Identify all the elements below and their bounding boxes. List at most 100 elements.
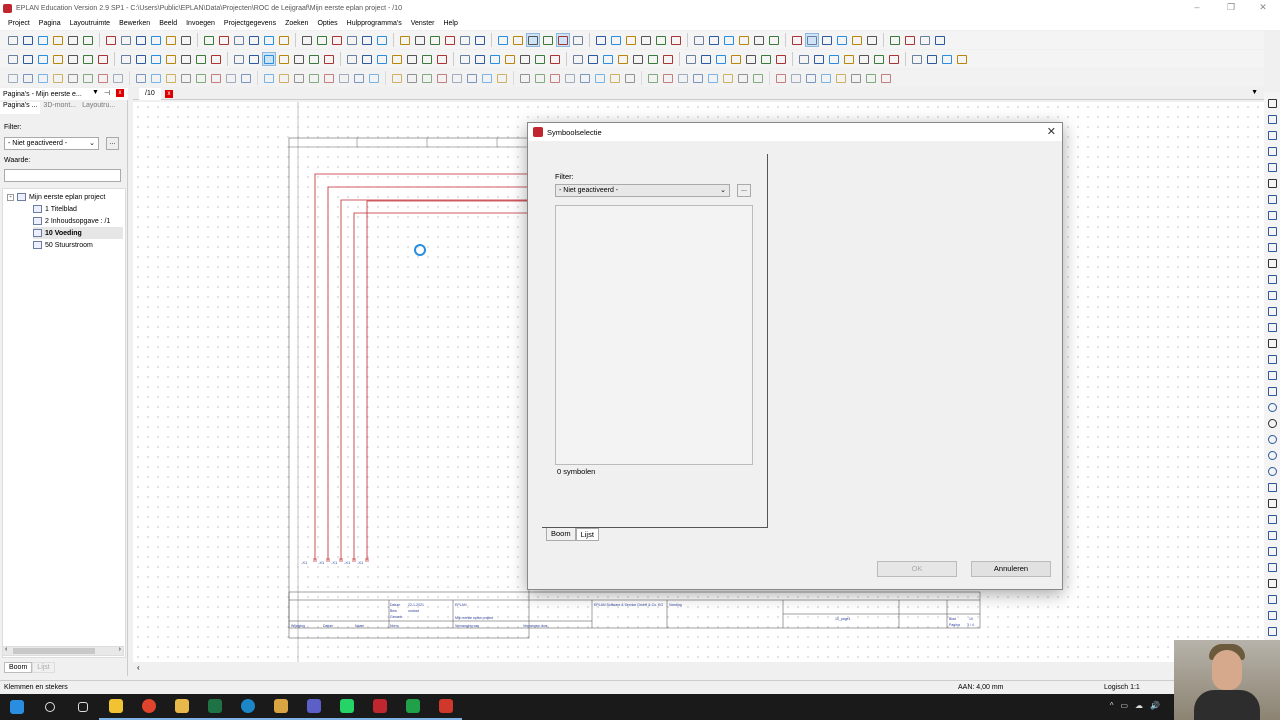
chrome-icon[interactable] [132, 694, 165, 720]
toolbar-button-icon[interactable] [149, 52, 163, 66]
drawing-tool-icon[interactable] [1266, 288, 1278, 302]
task-view-icon[interactable] [66, 694, 99, 720]
drawing-tool-icon[interactable] [1266, 160, 1278, 174]
toolbar-button-icon[interactable] [390, 71, 404, 85]
toolbar-button-icon[interactable] [232, 33, 246, 47]
toolbar-button-icon[interactable] [812, 52, 826, 66]
toolbar-button-icon[interactable] [96, 52, 110, 66]
dialog-close-button[interactable]: ✕ [1047, 125, 1056, 138]
toolbar-button-icon[interactable] [300, 33, 314, 47]
toolbar-button-icon[interactable] [51, 71, 65, 85]
dialog-filter-dropdown[interactable]: - Niet geactiveerd - ⌄ [555, 184, 730, 197]
menu-hulpprogrammas[interactable]: Hulpprogramma's [347, 20, 402, 27]
toolbar-button-icon[interactable] [179, 33, 193, 47]
toolbar-button-icon[interactable] [134, 33, 148, 47]
tab-layoutruimte[interactable]: Layoutru... [79, 102, 118, 114]
toolbar-button-icon[interactable] [819, 71, 833, 85]
toolbar-button-icon[interactable] [624, 33, 638, 47]
menu-project[interactable]: Project [8, 20, 30, 27]
tab-boom[interactable]: Boom [546, 528, 576, 541]
toolbar-button-icon[interactable] [66, 52, 80, 66]
toolbar-button-icon[interactable] [21, 71, 35, 85]
toolbar-button-icon[interactable] [194, 71, 208, 85]
toolbar-button-icon[interactable] [420, 52, 434, 66]
toolbar-button-icon[interactable] [164, 33, 178, 47]
toolbar-button-icon[interactable] [729, 52, 743, 66]
tray-icon[interactable]: ▭ [1120, 701, 1128, 710]
toolbar-button-icon[interactable] [232, 52, 246, 66]
whatsapp-icon[interactable] [330, 694, 363, 720]
toolbar-button-icon[interactable] [496, 33, 510, 47]
toolbar-button-icon[interactable] [405, 52, 419, 66]
toolbar-button-icon[interactable] [933, 33, 947, 47]
close-tab-icon[interactable]: x [165, 90, 173, 98]
toolbar-button-icon[interactable] [337, 71, 351, 85]
toolbar-button-icon[interactable] [247, 52, 261, 66]
menu-help[interactable]: Help [443, 20, 457, 27]
toolbar-button-icon[interactable] [21, 52, 35, 66]
toolbar-button-icon[interactable] [262, 52, 276, 66]
toolbar-button-icon[interactable] [134, 52, 148, 66]
toolbar-button-icon[interactable] [616, 52, 630, 66]
toolbar-button-icon[interactable] [790, 33, 804, 47]
drawing-tool-icon[interactable] [1266, 528, 1278, 542]
collapse-icon[interactable]: - [7, 193, 14, 201]
toolbar-button-icon[interactable] [661, 52, 675, 66]
eplan-icon[interactable] [363, 694, 396, 720]
toolbar-button-icon[interactable] [81, 52, 95, 66]
drawing-tool-icon[interactable] [1266, 512, 1278, 526]
toolbar-button-icon[interactable] [759, 52, 773, 66]
toolbar-button-icon[interactable] [6, 33, 20, 47]
drawing-tool-icon[interactable] [1266, 352, 1278, 366]
toolbar-button-icon[interactable] [503, 52, 517, 66]
drawing-tool-icon[interactable] [1266, 608, 1278, 622]
scroll-right-icon[interactable]: › [119, 646, 121, 653]
toolbar-button-icon[interactable] [955, 52, 969, 66]
toolbar-button-icon[interactable] [691, 71, 705, 85]
toolbar-button-icon[interactable] [488, 52, 502, 66]
drawing-tool-icon[interactable] [1266, 240, 1278, 254]
toolbar-button-icon[interactable] [81, 33, 95, 47]
drawing-tool-icon[interactable] [1266, 496, 1278, 510]
drawing-tool-icon[interactable] [1266, 464, 1278, 478]
toolbar-button-icon[interactable] [51, 52, 65, 66]
toolbar-button-icon[interactable] [864, 71, 878, 85]
toolbar-button-icon[interactable] [608, 71, 622, 85]
toolbar-button-icon[interactable] [804, 71, 818, 85]
toolbar-button-icon[interactable] [209, 52, 223, 66]
toolbar-button-icon[interactable] [556, 33, 570, 47]
toolbar-button-icon[interactable] [601, 52, 615, 66]
menu-venster[interactable]: Venster [411, 20, 435, 27]
toolbar-button-icon[interactable] [458, 52, 472, 66]
toolbar-button-icon[interactable] [752, 33, 766, 47]
panel-pin-icon[interactable]: ⊣ [104, 89, 110, 97]
menu-bewerken[interactable]: Bewerken [119, 20, 150, 27]
toolbar-button-icon[interactable] [352, 71, 366, 85]
toolbar-button-icon[interactable] [458, 33, 472, 47]
toolbar-button-icon[interactable] [593, 71, 607, 85]
toolbar-button-icon[interactable] [918, 33, 932, 47]
toolbar-button-icon[interactable] [435, 52, 449, 66]
drawing-tool-icon[interactable] [1266, 176, 1278, 190]
red-app-icon[interactable] [429, 694, 462, 720]
close-window-button[interactable]: ✕ [1246, 0, 1280, 16]
toolbar-button-icon[interactable] [699, 52, 713, 66]
toolbar-button-icon[interactable] [548, 52, 562, 66]
toolbar-button-icon[interactable] [774, 52, 788, 66]
scroll-left-icon[interactable]: ‹ [5, 646, 7, 653]
toolbar-button-icon[interactable] [179, 71, 193, 85]
tab-lijst[interactable]: Lijst [575, 528, 599, 541]
tab-boom[interactable]: Boom [4, 662, 33, 673]
toolbar-button-icon[interactable] [548, 71, 562, 85]
toolbar-button-icon[interactable] [767, 33, 781, 47]
toolbar-button-icon[interactable] [737, 33, 751, 47]
toolbar-button-icon[interactable] [676, 71, 690, 85]
toolbar-button-icon[interactable] [518, 71, 532, 85]
drawing-tool-icon[interactable] [1266, 112, 1278, 126]
menu-projectgegevens[interactable]: Projectgegevens [224, 20, 276, 27]
toolbar-button-icon[interactable] [66, 33, 80, 47]
toolbar-button-icon[interactable] [661, 71, 675, 85]
tab-3d-montage[interactable]: 3D-mont... [40, 102, 79, 114]
excel-icon[interactable] [198, 694, 231, 720]
toolbar-button-icon[interactable] [307, 52, 321, 66]
